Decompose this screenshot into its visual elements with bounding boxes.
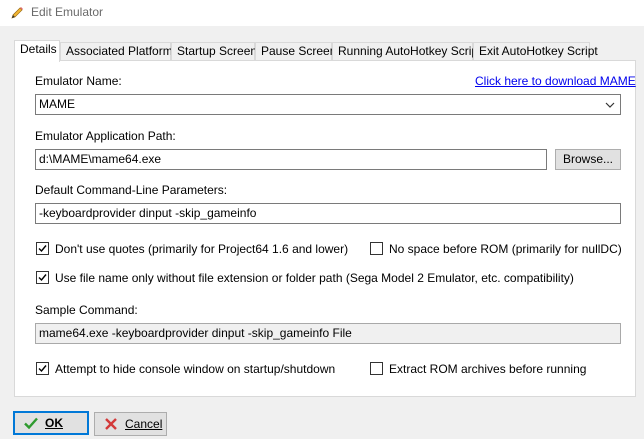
checkmark-icon bbox=[38, 274, 47, 282]
tab-startup-screen[interactable]: Startup Screen bbox=[171, 42, 257, 61]
hide-console-checkbox[interactable] bbox=[36, 362, 49, 375]
ok-label: OK bbox=[45, 416, 63, 430]
window-title: Edit Emulator bbox=[31, 5, 104, 19]
emulator-name-label: Emulator Name: bbox=[35, 74, 122, 88]
browse-button[interactable]: Browse... bbox=[555, 149, 621, 170]
extract-rom-label: Extract ROM archives before running bbox=[389, 362, 587, 376]
sample-command-label: Sample Command: bbox=[35, 303, 138, 317]
no-space-before-rom-checkbox[interactable] bbox=[370, 242, 383, 255]
file-name-only-label: Use file name only without file extensio… bbox=[55, 271, 574, 285]
cancel-x-icon bbox=[105, 418, 117, 430]
sample-command-field: mame64.exe -keyboardprovider dinput -ski… bbox=[35, 323, 621, 344]
hide-console-label: Attempt to hide console window on startu… bbox=[55, 362, 336, 376]
app-path-input[interactable]: d:\MAME\mame64.exe bbox=[35, 149, 547, 170]
tab-exit-autohotkey-script[interactable]: Exit AutoHotkey Script bbox=[473, 42, 598, 61]
pencil-icon bbox=[11, 7, 23, 19]
tab-details[interactable]: Details bbox=[14, 40, 60, 62]
dont-use-quotes-label: Don't use quotes (primarily for Project6… bbox=[55, 242, 349, 256]
file-name-only-checkbox[interactable] bbox=[36, 271, 49, 284]
tab-associated-platforms[interactable]: Associated Platforms bbox=[60, 42, 179, 61]
app-path-label: Emulator Application Path: bbox=[35, 129, 176, 143]
emulator-name-combobox[interactable]: MAME bbox=[35, 94, 621, 115]
title-bar: Edit Emulator bbox=[0, 0, 644, 26]
checkmark-icon bbox=[38, 365, 47, 373]
details-panel: Emulator Name: Click here to download MA… bbox=[14, 60, 636, 397]
extract-rom-checkbox[interactable] bbox=[370, 362, 383, 375]
checkmark-icon bbox=[38, 245, 47, 253]
cmdline-label: Default Command-Line Parameters: bbox=[35, 183, 228, 197]
emulator-name-value: MAME bbox=[39, 97, 75, 111]
tab-running-autohotkey-script[interactable]: Running AutoHotkey Script bbox=[332, 42, 481, 61]
cancel-button[interactable]: Cancel bbox=[94, 412, 167, 436]
tab-pause-screen[interactable]: Pause Screen bbox=[255, 42, 336, 61]
no-space-before-rom-label: No space before ROM (primarily for nullD… bbox=[389, 242, 622, 256]
ok-button[interactable]: OK bbox=[13, 411, 89, 435]
dont-use-quotes-checkbox[interactable] bbox=[36, 242, 49, 255]
chevron-down-icon[interactable] bbox=[604, 99, 616, 111]
cmdline-input[interactable]: -keyboardprovider dinput -skip_gameinfo bbox=[35, 203, 621, 224]
download-mame-link[interactable]: Click here to download MAME bbox=[475, 74, 636, 88]
cancel-label: Cancel bbox=[125, 417, 163, 431]
check-icon bbox=[24, 417, 38, 430]
